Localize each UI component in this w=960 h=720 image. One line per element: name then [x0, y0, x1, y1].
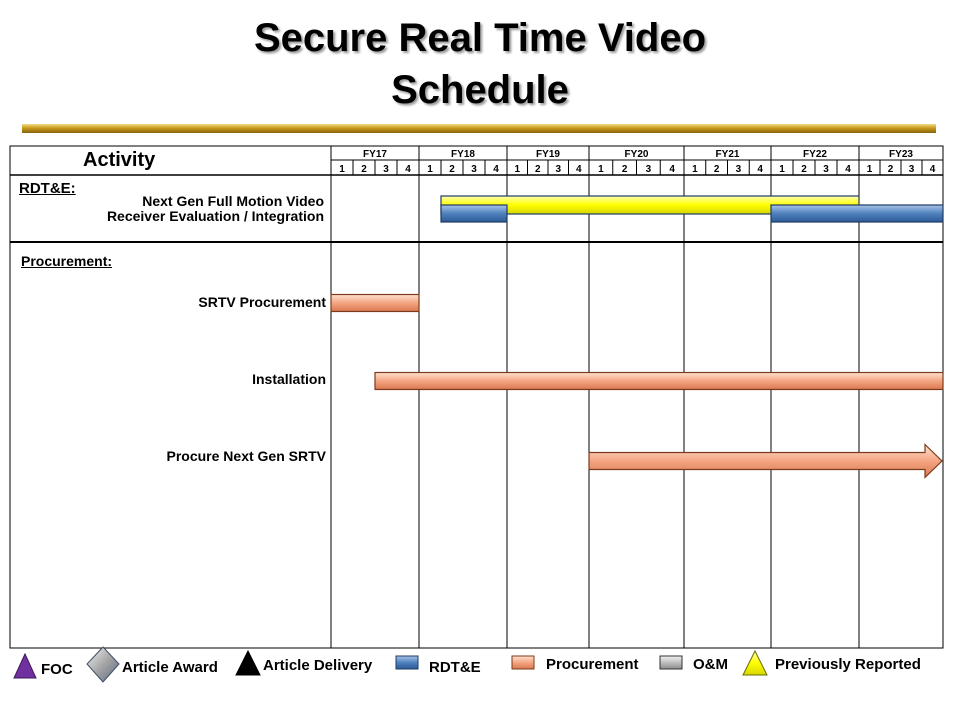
quarter-label: 3 — [555, 164, 561, 175]
quarter-label: 2 — [888, 164, 894, 175]
quarter-label: 3 — [909, 164, 915, 175]
activity-header: Activity — [83, 149, 156, 171]
fiscal-year-label: FY21 — [716, 149, 740, 160]
fiscal-year-label: FY23 — [889, 149, 913, 160]
purple-triangle-icon — [13, 652, 37, 679]
legend-previously-reported: Previously Reported — [775, 656, 921, 673]
quarter-label: 1 — [867, 164, 873, 175]
rdte-section-label: RDT&E: — [19, 180, 76, 197]
legend-om: O&M — [693, 656, 728, 673]
fiscal-year-label: FY17 — [363, 149, 387, 160]
quarter-label: 4 — [576, 164, 582, 175]
quarter-label: 3 — [383, 164, 389, 175]
installation-label: Installation — [252, 371, 326, 387]
quarter-label: 4 — [405, 164, 411, 175]
quarter-label: 4 — [757, 164, 763, 175]
schedule-bars — [330, 195, 944, 479]
quarter-label: 1 — [339, 164, 345, 175]
quarter-label: 4 — [669, 164, 675, 175]
quarter-label: 3 — [823, 164, 829, 175]
quarter-label: 2 — [714, 164, 720, 175]
quarter-label: 1 — [779, 164, 785, 175]
quarter-label: 1 — [514, 164, 520, 175]
quarter-label: 2 — [622, 164, 628, 175]
quarter-label: 2 — [535, 164, 541, 175]
fiscal-year-label: FY19 — [536, 149, 560, 160]
quarter-label: 4 — [493, 164, 499, 175]
rdte-bar — [440, 204, 508, 223]
quarter-label: 4 — [930, 164, 936, 175]
quarter-label: 3 — [471, 164, 477, 175]
quarter-label: 1 — [427, 164, 433, 175]
legend-rdte: RDT&E — [429, 659, 481, 676]
procurement-bar — [374, 371, 944, 391]
quarter-label: 1 — [692, 164, 698, 175]
silver-diamond-icon — [86, 646, 120, 683]
blue-bar-icon — [395, 655, 419, 670]
procurement-bar-arrow — [588, 443, 943, 479]
quarter-label: 3 — [646, 164, 652, 175]
fiscal-year-label: FY22 — [803, 149, 827, 160]
gantt-chart: FY17 1 2 3 4 FY18 1 2 3 4 FY19 1 2 3 4 FY20 1 2 3 4 FY21 1 2 3 4… — [9, 145, 944, 683]
fiscal-year-label: FY18 — [451, 149, 475, 160]
procurement-bar — [330, 293, 420, 313]
procure-next-gen-label: Procure Next Gen SRTV — [166, 448, 327, 464]
orange-bar-icon — [511, 655, 535, 670]
procurement-section-label: Procurement: — [21, 253, 113, 269]
fiscal-year-label: FY20 — [625, 149, 649, 160]
quarter-label: 2 — [449, 164, 455, 175]
rdte-activity-line-2: Receiver Evaluation / Integration — [106, 208, 324, 224]
quarter-label: 2 — [361, 164, 367, 175]
quarter-label: 2 — [801, 164, 807, 175]
gray-bar-icon — [659, 655, 683, 670]
rdte-activity-line-1: Next Gen Full Motion Video — [142, 193, 324, 209]
legend-article-delivery: Article Delivery — [263, 657, 373, 674]
legend-procurement: Procurement — [546, 656, 639, 673]
timeline-header: FY17 1 2 3 4 FY18 1 2 3 4 FY19 1 2 3 4 FY20 1 2 3 4 FY21 1 2 3 4… — [339, 149, 936, 175]
legend-article-award: Article Award — [122, 659, 218, 676]
quarter-label: 3 — [736, 164, 742, 175]
quarter-label: 1 — [598, 164, 604, 175]
yellow-triangle-icon — [742, 649, 768, 676]
black-triangle-icon — [235, 649, 261, 676]
quarter-label: 4 — [845, 164, 851, 175]
srtv-procurement-label: SRTV Procurement — [198, 294, 326, 310]
rdte-bar — [770, 204, 944, 223]
legend-foc: FOC — [41, 661, 73, 678]
